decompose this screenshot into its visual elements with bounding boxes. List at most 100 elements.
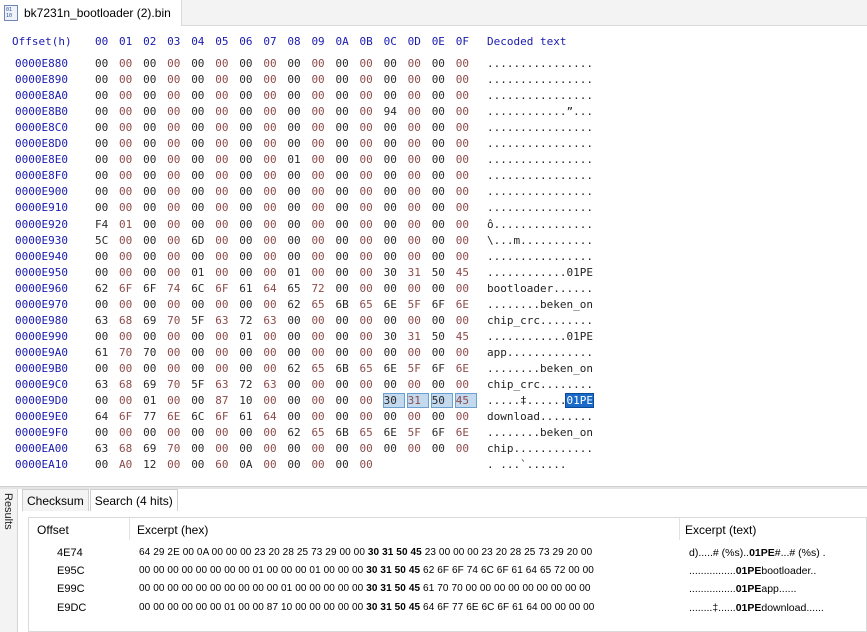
hex-byte[interactable]: 00 xyxy=(215,121,235,134)
hex-byte[interactable]: 00 xyxy=(215,330,235,343)
hex-byte[interactable]: 00 xyxy=(360,201,380,214)
hex-byte[interactable]: 65 xyxy=(287,282,307,295)
hex-byte[interactable]: 00 xyxy=(239,105,259,118)
hex-byte[interactable]: 00 xyxy=(191,442,211,455)
hex-byte[interactable]: 00 xyxy=(360,73,380,86)
hex-byte[interactable]: 00 xyxy=(167,218,187,231)
hex-byte[interactable]: 00 xyxy=(360,169,380,182)
hex-byte[interactable]: 70 xyxy=(167,314,187,327)
hex-byte[interactable]: 65 xyxy=(311,362,331,375)
hex-byte[interactable]: 00 xyxy=(384,234,404,247)
hex-byte[interactable]: 00 xyxy=(263,458,283,471)
hex-byte[interactable]: 00 xyxy=(167,458,187,471)
hex-byte[interactable]: 00 xyxy=(360,442,380,455)
hex-byte[interactable]: 00 xyxy=(215,362,235,375)
hex-byte[interactable]: 50 xyxy=(432,330,452,343)
hex-byte[interactable]: 63 xyxy=(263,314,283,327)
hex-byte[interactable]: 00 xyxy=(239,89,259,102)
decoded-text[interactable]: chip_crc........ xyxy=(487,378,593,391)
hex-byte[interactable]: 00 xyxy=(384,250,404,263)
hex-byte[interactable]: 00 xyxy=(167,330,187,343)
hex-byte[interactable]: 00 xyxy=(408,153,428,166)
hex-byte[interactable]: 00 xyxy=(336,234,356,247)
hex-byte[interactable]: 00 xyxy=(143,218,163,231)
hex-byte[interactable]: 01 xyxy=(287,153,307,166)
hex-byte[interactable]: 6C xyxy=(191,410,211,423)
decoded-text[interactable]: ................ xyxy=(487,121,593,134)
hex-byte[interactable]: 00 xyxy=(191,250,211,263)
hex-byte[interactable]: 61 xyxy=(239,410,259,423)
hex-byte[interactable]: A0 xyxy=(119,458,139,471)
hex-byte[interactable]: 00 xyxy=(215,426,235,439)
hex-byte[interactable]: 00 xyxy=(287,121,307,134)
hex-byte[interactable]: 00 xyxy=(311,121,331,134)
decoded-text[interactable]: ô............... xyxy=(487,218,593,231)
hex-byte[interactable]: 00 xyxy=(143,201,163,214)
hex-byte[interactable]: 00 xyxy=(119,330,139,343)
tab-checksum[interactable]: Checksum xyxy=(22,489,89,511)
hex-byte[interactable]: 63 xyxy=(215,378,235,391)
hex-byte[interactable]: 00 xyxy=(311,169,331,182)
hex-row[interactable]: 0000E980 63 68 69 70 5F 63 72 63 00 00 00 00 00 00 00 00… xyxy=(0,314,867,330)
hex-byte[interactable]: 00 xyxy=(336,89,356,102)
hex-byte[interactable]: 00 xyxy=(360,57,380,70)
hex-byte[interactable]: 00 xyxy=(336,330,356,343)
hex-byte[interactable]: 00 xyxy=(408,185,428,198)
hex-byte[interactable]: 00 xyxy=(360,234,380,247)
hex-byte[interactable]: 00 xyxy=(95,250,115,263)
hex-byte[interactable]: 00 xyxy=(456,89,476,102)
hex-byte[interactable]: 00 xyxy=(360,121,380,134)
hex-byte[interactable]: 00 xyxy=(384,89,404,102)
hex-row[interactable]: 0000E920 F4 01 00 00 00 00 00 00 00 00 00 00 00 00 00 00… xyxy=(0,218,867,234)
hex-byte[interactable]: 00 xyxy=(143,426,163,439)
decoded-text[interactable]: ................ xyxy=(487,89,593,102)
hex-byte[interactable]: 00 xyxy=(119,121,139,134)
hex-byte[interactable]: 00 xyxy=(456,105,476,118)
hex-row[interactable]: 0000E880 00 00 00 00 00 00 00 00 00 00 00 00 00 00 00 00… xyxy=(0,57,867,73)
hex-byte[interactable]: 00 xyxy=(408,346,428,359)
hex-byte[interactable]: 6F xyxy=(432,426,452,439)
hex-byte[interactable]: 00 xyxy=(143,89,163,102)
hex-byte[interactable]: 00 xyxy=(432,346,452,359)
hex-byte[interactable]: 00 xyxy=(408,105,428,118)
hex-byte[interactable]: 00 xyxy=(167,201,187,214)
hex-byte[interactable]: 00 xyxy=(167,121,187,134)
hex-byte[interactable]: 00 xyxy=(432,73,452,86)
hex-byte[interactable]: 00 xyxy=(408,73,428,86)
hex-row[interactable]: 0000E890 00 00 00 00 00 00 00 00 00 00 00 00 00 00 00 00… xyxy=(0,73,867,89)
hex-byte[interactable]: 00 xyxy=(311,266,331,279)
hex-byte[interactable]: 00 xyxy=(167,234,187,247)
decoded-text[interactable]: \...m........... xyxy=(487,234,593,247)
hex-byte[interactable]: 00 xyxy=(239,442,259,455)
hex-byte[interactable]: 00 xyxy=(263,169,283,182)
hex-byte[interactable]: 00 xyxy=(456,201,476,214)
hex-byte[interactable]: 00 xyxy=(432,442,452,455)
hex-byte[interactable]: 00 xyxy=(384,410,404,423)
search-result-row[interactable]: E95C 00 00 00 00 00 00 00 00 01 00 00 00 … xyxy=(29,563,867,581)
hex-byte[interactable]: 00 xyxy=(167,89,187,102)
hex-byte[interactable]: 6E xyxy=(456,298,476,311)
hex-byte[interactable]: 00 xyxy=(191,298,211,311)
hex-byte[interactable]: 00 xyxy=(456,169,476,182)
hex-byte[interactable]: 00 xyxy=(360,89,380,102)
hex-byte[interactable]: 00 xyxy=(384,169,404,182)
hex-byte[interactable]: 00 xyxy=(95,458,115,471)
decoded-text[interactable]: ........beken_on xyxy=(487,298,593,311)
hex-byte[interactable]: 00 xyxy=(384,201,404,214)
decoded-text[interactable]: ........beken_on xyxy=(487,362,593,375)
hex-byte[interactable]: 00 xyxy=(408,410,428,423)
hex-byte[interactable]: 00 xyxy=(191,89,211,102)
hex-byte[interactable]: 00 xyxy=(239,362,259,375)
hex-byte[interactable]: 5F xyxy=(191,314,211,327)
hex-byte[interactable]: 00 xyxy=(384,73,404,86)
hex-byte[interactable]: 00 xyxy=(167,266,187,279)
hex-row[interactable]: 0000E950 00 00 00 00 01 00 00 00 01 00 00 00 30 31 50 45… xyxy=(0,266,867,282)
hex-byte[interactable]: 00 xyxy=(215,346,235,359)
hex-byte[interactable]: 00 xyxy=(384,218,404,231)
hex-row[interactable]: 0000E8D0 00 00 00 00 00 00 00 00 00 00 00 00 00 00 00 00… xyxy=(0,137,867,153)
hex-byte[interactable]: 00 xyxy=(456,57,476,70)
hex-byte[interactable]: 00 xyxy=(215,169,235,182)
hex-byte[interactable]: 00 xyxy=(384,378,404,391)
hex-byte[interactable]: 00 xyxy=(215,298,235,311)
hex-byte[interactable]: 70 xyxy=(167,378,187,391)
